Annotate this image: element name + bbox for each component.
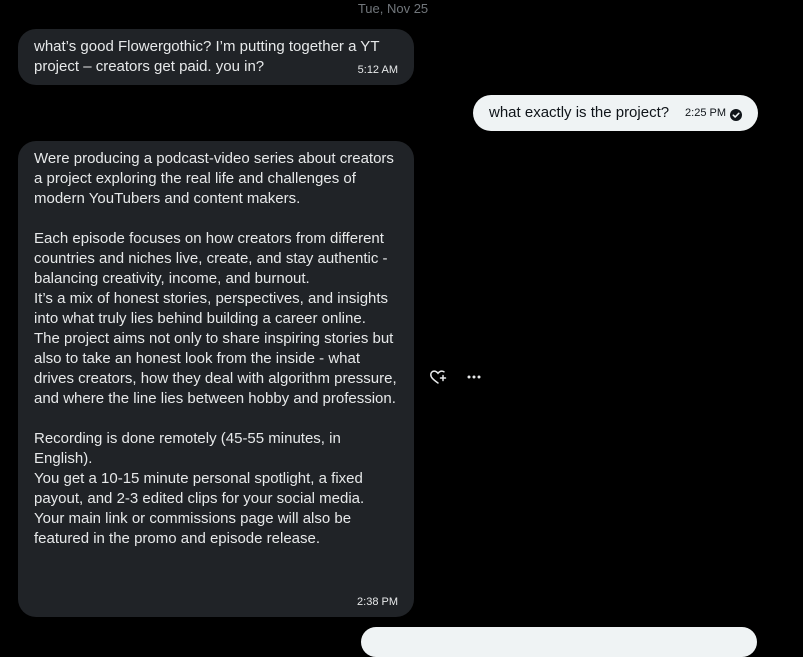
message-bubble-outgoing-partial[interactable] — [361, 627, 757, 657]
message-bubble-incoming[interactable]: Were producing a podcast-video series ab… — [18, 141, 414, 617]
message-timestamp: 2:38 PM — [357, 596, 398, 608]
message-text: what’s good Flowergothic? I’m putting to… — [34, 38, 380, 75]
react-button[interactable] — [428, 369, 448, 389]
date-separator: Tue, Nov 25 — [357, 1, 429, 16]
read-check-icon — [730, 107, 742, 121]
message-bubble-incoming[interactable]: what’s good Flowergothic? I’m putting to… — [18, 29, 414, 85]
message-meta: 2:25 PM — [685, 106, 742, 121]
message-text: what exactly is the project? — [489, 104, 670, 121]
message-timestamp: 2:25 PM — [685, 107, 726, 119]
heart-plus-icon — [429, 368, 447, 391]
message-text: Were producing a podcast-video series ab… — [34, 150, 397, 547]
more-horizontal-icon — [466, 369, 482, 390]
more-options-button[interactable] — [464, 369, 484, 389]
message-timestamp: 5:12 AM — [357, 64, 398, 76]
message-bubble-outgoing[interactable]: what exactly is the project? 2:25 PM — [473, 95, 758, 131]
